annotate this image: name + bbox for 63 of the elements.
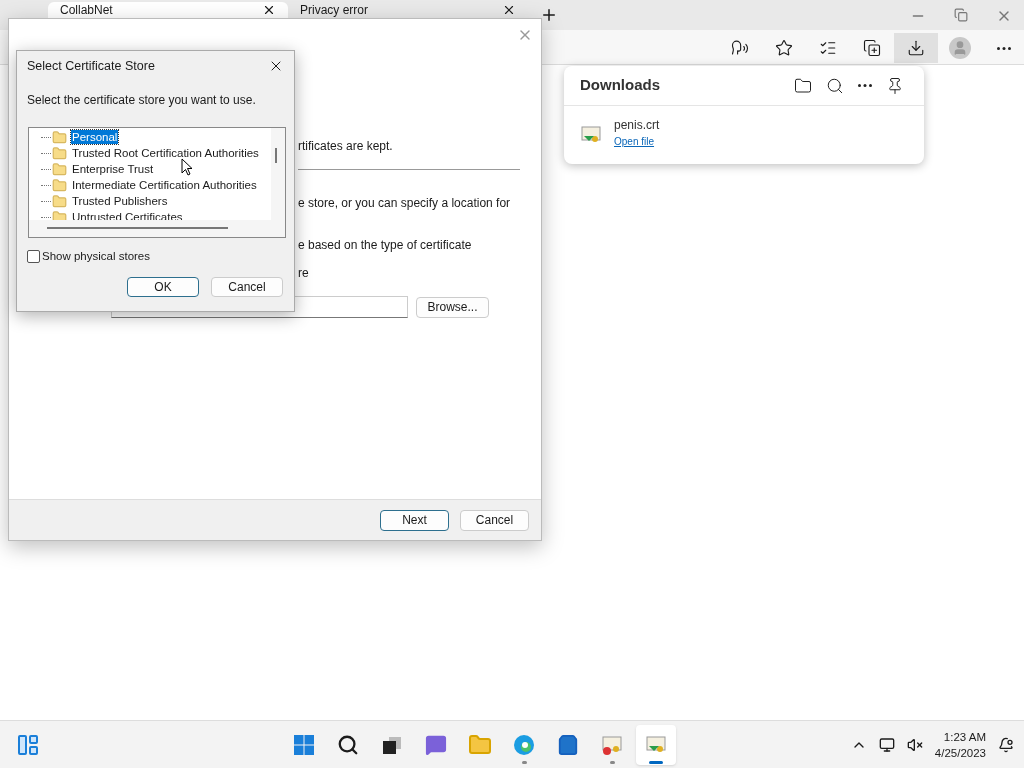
collections-icon — [863, 39, 881, 57]
panel-title: Downloads — [580, 75, 661, 96]
file-name: penis.crt — [614, 117, 660, 134]
browser-tab[interactable]: Privacy error — [288, 2, 528, 18]
wizard-text: rtificates are kept. — [298, 138, 394, 155]
wizard-button[interactable]: Cancel — [460, 509, 529, 531]
running-indicator — [521, 760, 527, 764]
speech-icon — [731, 39, 749, 57]
new-tab-icon[interactable] — [540, 6, 558, 24]
list-icon — [819, 39, 837, 57]
wizard-text: re — [298, 265, 310, 282]
clock-date: 4/25/2023 — [934, 745, 986, 761]
tree-item[interactable]: Personal — [71, 130, 119, 144]
edge-icon — [512, 732, 536, 757]
scrollbar-thumb[interactable] — [47, 227, 228, 229]
search-icon — [337, 733, 359, 756]
close-icon — [262, 3, 276, 17]
running-indicator — [649, 760, 663, 764]
search-icon[interactable] — [826, 76, 844, 95]
notification-icon[interactable] — [998, 736, 1014, 753]
pin-icon[interactable] — [886, 76, 904, 95]
browse-button[interactable]: Browse... — [416, 296, 489, 318]
chat-icon — [425, 733, 447, 756]
clock-time: 1:23 AM — [943, 729, 986, 745]
wizard-text: e store, or you can specify a location for — [298, 195, 512, 212]
volume-muted-icon[interactable] — [906, 736, 923, 753]
dialog-title: Select Certificate Store — [27, 57, 156, 75]
more-icon[interactable] — [858, 84, 872, 87]
wizard-button[interactable]: Next — [380, 509, 449, 531]
open-file-link[interactable]: Open file — [614, 134, 660, 149]
certificate-error-icon — [601, 733, 623, 756]
folder-icon — [52, 161, 67, 177]
toolbar-button[interactable] — [894, 33, 938, 63]
folder-icon[interactable] — [794, 76, 812, 95]
dialog-button[interactable]: OK — [127, 277, 199, 298]
tab-title: CollabNet — [60, 3, 114, 17]
tree-item[interactable]: Trusted Root Certification Authorities — [71, 146, 260, 160]
download-icon — [907, 39, 925, 57]
scrollbar-thumb[interactable] — [275, 148, 277, 163]
folder-icon — [52, 129, 67, 145]
cursor-icon — [181, 158, 193, 176]
checkbox[interactable] — [27, 250, 40, 264]
store-icon — [557, 733, 579, 756]
running-indicator — [609, 760, 615, 764]
folder-icon — [52, 145, 67, 161]
tree-item[interactable]: Enterprise Trust — [71, 162, 155, 176]
dialog-button[interactable]: Cancel — [211, 277, 283, 298]
folder-icon — [468, 732, 492, 757]
restore-icon[interactable] — [954, 8, 968, 22]
tree-item[interactable]: Intermediate Certification Authorities — [71, 178, 258, 192]
browser-tab[interactable]: CollabNet — [48, 2, 288, 18]
dialog-prompt: Select the certificate store you want to use. — [27, 92, 257, 109]
widgets-icon[interactable] — [16, 732, 40, 757]
tree-item[interactable]: Trusted Publishers — [71, 194, 169, 208]
wizard-text: e based on the type of certificate — [298, 237, 473, 254]
network-icon[interactable] — [878, 736, 895, 753]
tab-title: Privacy error — [300, 3, 369, 17]
checkbox-label: Show physical stores — [42, 249, 151, 264]
more-icon — [997, 46, 1011, 50]
star-icon — [775, 39, 793, 57]
folder-icon — [52, 177, 67, 193]
windows-logo-icon — [293, 733, 315, 756]
close-icon — [502, 3, 516, 17]
